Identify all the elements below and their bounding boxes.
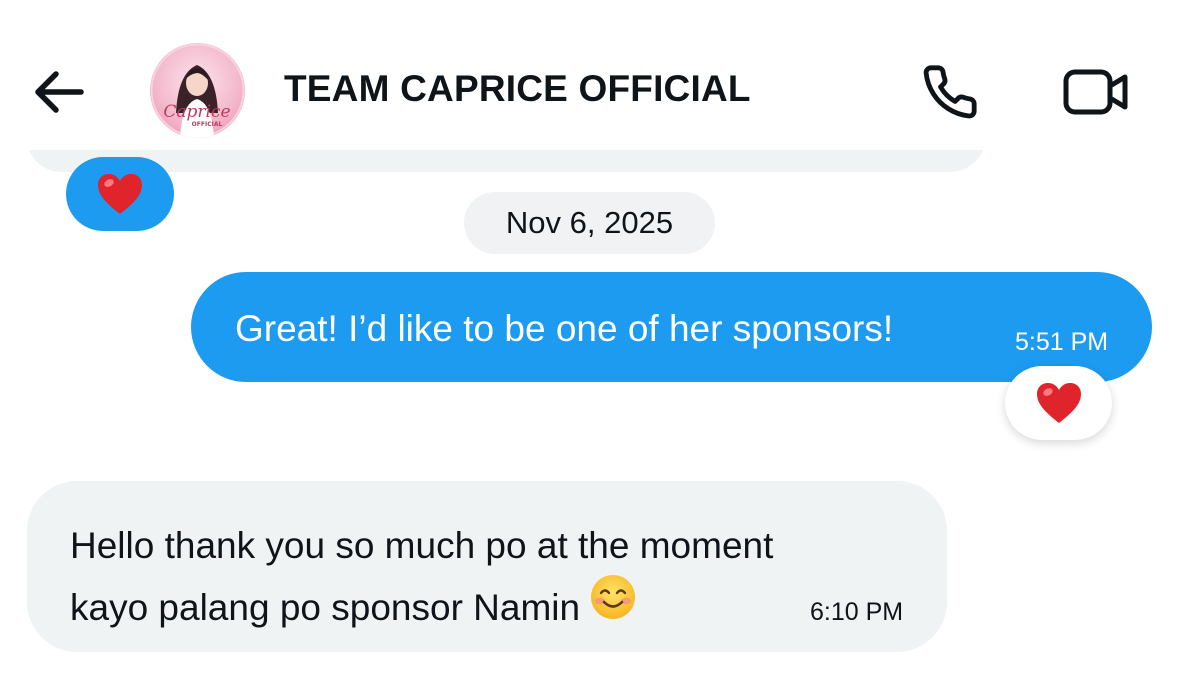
chat-header: Caprice OFFICIAL TEAM CAPRICE OFFICIAL <box>0 0 1179 150</box>
message-timestamp: 6:10 PM <box>810 598 904 626</box>
avatar-image: Caprice OFFICIAL <box>150 43 245 138</box>
avatar-logo-text: Caprice <box>163 102 230 122</box>
smiling-face-emoji <box>590 574 636 639</box>
message-text: Great! I’d like to be one of her sponsor… <box>235 308 894 349</box>
video-call-button[interactable] <box>1058 62 1134 122</box>
heart-emoji <box>1036 383 1081 423</box>
date-separator: Nov 6, 2025 <box>464 192 715 254</box>
message-line: kayo palang po sponsor Namin <box>70 587 581 628</box>
heart-emoji <box>98 174 142 214</box>
heart-reaction[interactable] <box>1005 366 1112 440</box>
sent-message-bubble[interactable]: Great! I’d like to be one of her sponsor… <box>191 272 1152 382</box>
back-button[interactable] <box>30 64 86 120</box>
message-text: Hello thank you so much po at the moment… <box>70 515 773 639</box>
message-line-with-emoji: kayo palang po sponsor Namin <box>70 574 773 639</box>
message-timestamp: 5:51 PM <box>1015 328 1109 356</box>
heart-reaction[interactable] <box>66 157 174 231</box>
arrow-left-icon <box>35 71 84 113</box>
phone-icon <box>923 65 977 119</box>
call-button[interactable] <box>918 62 982 122</box>
video-camera-icon <box>1063 69 1128 115</box>
chat-title[interactable]: TEAM CAPRICE OFFICIAL <box>284 68 751 110</box>
received-message-bubble[interactable]: Hello thank you so much po at the moment… <box>27 481 947 652</box>
avatar-logo-subtext: OFFICIAL <box>192 121 223 128</box>
message-line: Hello thank you so much po at the moment <box>70 525 774 566</box>
avatar[interactable]: Caprice OFFICIAL <box>150 43 245 138</box>
